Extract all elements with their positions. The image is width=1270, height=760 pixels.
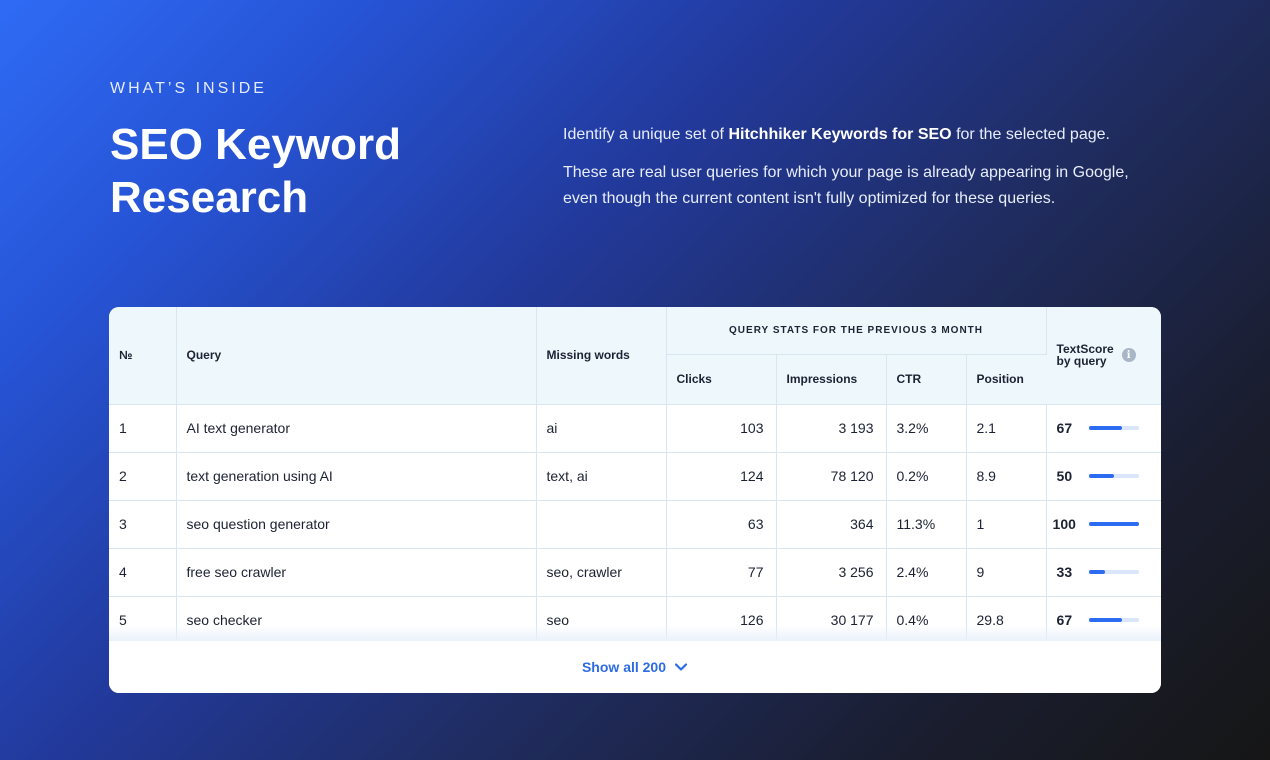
show-all-button[interactable]: Show all 200 xyxy=(582,659,688,675)
col-header-ctr: CTR xyxy=(886,354,967,405)
cell-no: 4 xyxy=(109,548,177,597)
col-group-query-stats: QUERY STATS FOR THE PREVIOUS 3 MONTH xyxy=(666,307,1047,355)
cell-no: 3 xyxy=(109,500,177,549)
cell-textscore: 33 xyxy=(1046,548,1161,597)
cell-query: free seo crawler xyxy=(176,548,537,597)
textscore-bar xyxy=(1088,618,1139,622)
cell-query: AI text generator xyxy=(176,404,537,453)
textscore-bar-fill xyxy=(1088,474,1114,478)
textscore-bar xyxy=(1088,426,1139,430)
textscore-value: 33 xyxy=(1056,564,1073,580)
cell-ctr: 11.3% xyxy=(886,500,967,549)
textscore-bar-fill xyxy=(1088,522,1139,526)
cell-impressions: 78 120 xyxy=(776,452,887,501)
cell-missing-words xyxy=(536,500,667,549)
info-icon[interactable]: i xyxy=(1121,348,1136,363)
cell-position: 9 xyxy=(966,548,1047,597)
table-row: 3 seo question generator 63 364 11.3% 1 100 xyxy=(109,500,1161,549)
textscore-bar-fill xyxy=(1088,618,1123,622)
cell-query: seo question generator xyxy=(176,500,537,549)
page-title: SEO Keyword Research xyxy=(110,120,401,222)
cell-clicks: 63 xyxy=(666,500,777,549)
textscore-value: 50 xyxy=(1056,468,1073,484)
cell-missing-words: text, ai xyxy=(536,452,667,501)
col-header-query: Query xyxy=(176,307,537,405)
cell-textscore: 67 xyxy=(1046,404,1161,453)
cell-query: text generation using AI xyxy=(176,452,537,501)
cell-position: 8.9 xyxy=(966,452,1047,501)
table-fade-overlay xyxy=(109,625,1161,641)
table-row: 1 AI text generator ai 103 3 193 3.2% 2.1 67 xyxy=(109,404,1161,453)
description: Identify a unique set of Hitchhiker Keyw… xyxy=(563,122,1163,224)
description-line-1: Identify a unique set of Hitchhiker Keyw… xyxy=(563,126,1110,143)
cell-impressions: 3 256 xyxy=(776,548,887,597)
cell-impressions: 3 193 xyxy=(776,404,887,453)
textscore-bar-fill xyxy=(1088,570,1106,574)
cell-ctr: 3.2% xyxy=(886,404,967,453)
cell-missing-words: seo, crawler xyxy=(536,548,667,597)
table-row: 2 text generation using AI text, ai 124 78 1… xyxy=(109,452,1161,501)
col-header-position: Position xyxy=(966,354,1047,405)
col-header-textscore: TextScore by query i xyxy=(1046,307,1161,405)
keyword-table-card: № Query Missing words QUERY STATS FOR TH… xyxy=(109,307,1161,693)
cell-impressions: 364 xyxy=(776,500,887,549)
textscore-bar-fill xyxy=(1088,426,1123,430)
cell-missing-words: ai xyxy=(536,404,667,453)
cell-no: 2 xyxy=(109,452,177,501)
table-row: 4 free seo crawler seo, crawler 77 3 256 2.4%… xyxy=(109,548,1161,597)
textscore-bar xyxy=(1088,474,1139,478)
show-all-label: Show all 200 xyxy=(581,659,667,675)
description-line-2: These are real user queries for which yo… xyxy=(563,164,1129,207)
table-footer: Show all 200 xyxy=(109,641,1161,693)
keyword-highlight: Hitchhiker Keywords for SEO xyxy=(728,126,952,143)
cell-clicks: 124 xyxy=(666,452,777,501)
col-header-no: № xyxy=(109,307,177,405)
cell-ctr: 0.2% xyxy=(886,452,967,501)
cell-no: 1 xyxy=(109,404,177,453)
col-header-missing-words: Missing words xyxy=(536,307,667,405)
textscore-bar xyxy=(1088,522,1139,526)
col-header-impressions: Impressions xyxy=(776,354,887,405)
chevron-down-icon xyxy=(674,663,688,671)
eyebrow-label: WHAT’S INSIDE xyxy=(110,80,267,97)
cell-ctr: 2.4% xyxy=(886,548,967,597)
keyword-table: № Query Missing words QUERY STATS FOR TH… xyxy=(109,307,1161,645)
textscore-value: 67 xyxy=(1056,420,1073,436)
cell-clicks: 77 xyxy=(666,548,777,597)
col-header-clicks: Clicks xyxy=(666,354,777,405)
cell-clicks: 103 xyxy=(666,404,777,453)
cell-textscore: 50 xyxy=(1046,452,1161,501)
textscore-value: 100 xyxy=(1052,516,1076,532)
cell-position: 2.1 xyxy=(966,404,1047,453)
cell-textscore: 100 xyxy=(1046,500,1161,549)
cell-position: 1 xyxy=(966,500,1047,549)
textscore-bar xyxy=(1088,570,1139,574)
